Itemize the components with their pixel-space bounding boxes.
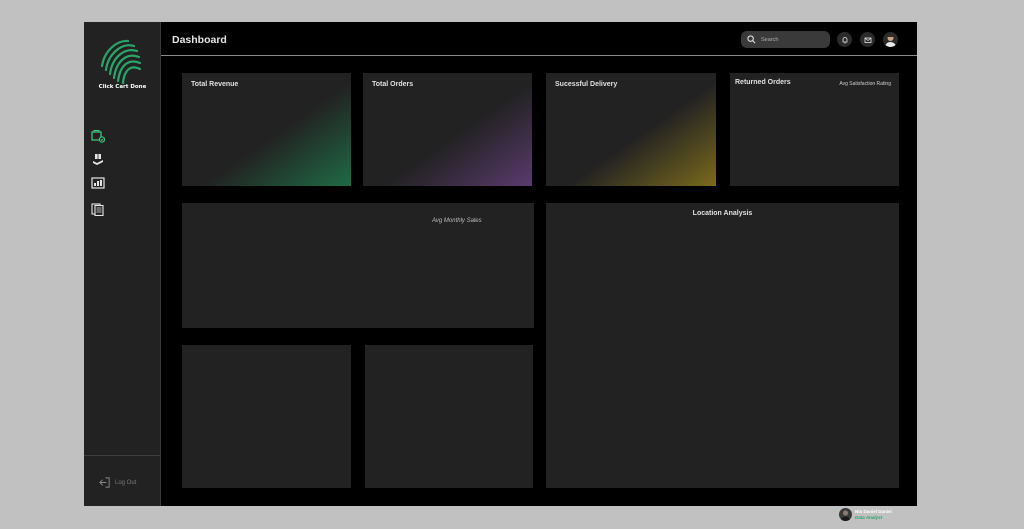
panel-location-analysis[interactable]: Location Analysis (546, 203, 899, 488)
card-successful-delivery[interactable]: Sucessful Delivery (546, 73, 716, 186)
top-header: Dashboard (161, 22, 917, 56)
notifications-button[interactable] (837, 32, 852, 47)
mail-icon (864, 37, 871, 43)
logout-icon (99, 477, 110, 488)
brand-name: Click Cart Done (98, 84, 147, 90)
panel-bottom-left[interactable] (182, 345, 351, 488)
card-glow (546, 73, 716, 186)
sidebar-item-orders[interactable] (90, 129, 106, 143)
profile-avatar (839, 508, 852, 521)
panel-bottom-middle[interactable] (365, 345, 533, 488)
profile-badge: Nio Daniel Daniel Data Analyst (839, 508, 892, 521)
bell-icon (842, 36, 847, 43)
card-glow (363, 73, 532, 186)
chart-board-icon (91, 177, 105, 189)
panel-title: Location Analysis (692, 210, 753, 217)
sidebar: Click Cart Done Log Out (84, 22, 161, 506)
search-bar[interactable] (741, 31, 830, 48)
search-input[interactable] (761, 36, 821, 43)
sidebar-item-reports[interactable] (90, 202, 106, 216)
page-title: Dashboard (172, 34, 227, 46)
panel-label: Avg Monthly Sales (432, 218, 482, 224)
sidebar-item-delivery[interactable] (90, 152, 106, 166)
card-total-revenue[interactable]: Total Revenue (182, 73, 351, 186)
messages-button[interactable] (860, 32, 875, 47)
search-icon (747, 35, 756, 44)
logout-button[interactable]: Log Out (98, 476, 136, 489)
delivery-hand-icon (93, 154, 103, 165)
sidebar-item-analytics[interactable] (90, 176, 106, 190)
card-title: Total Orders (372, 81, 414, 88)
user-avatar[interactable] (883, 32, 898, 47)
profile-name: Nio Daniel Daniel (855, 508, 892, 514)
card-title: Returned Orders (735, 79, 791, 86)
documents-icon (91, 203, 104, 216)
logout-label: Log Out (115, 479, 137, 486)
cart-check-icon (91, 130, 105, 143)
card-glow (182, 73, 351, 186)
card-subtitle: Avg Satisfaction Rating (839, 81, 891, 87)
card-title: Sucessful Delivery (555, 81, 618, 88)
panel-monthly-sales[interactable]: Avg Monthly Sales (182, 203, 534, 328)
sidebar-divider (84, 455, 161, 456)
card-title: Total Revenue (191, 81, 239, 88)
card-returned-orders[interactable]: Returned Orders Avg Satisfaction Rating (730, 73, 899, 186)
dashboard-frame: Click Cart Done Log Out Dashboard Search… (84, 22, 917, 506)
card-total-orders[interactable]: Total Orders (363, 73, 532, 186)
profile-role: Data Analyst (855, 514, 883, 520)
